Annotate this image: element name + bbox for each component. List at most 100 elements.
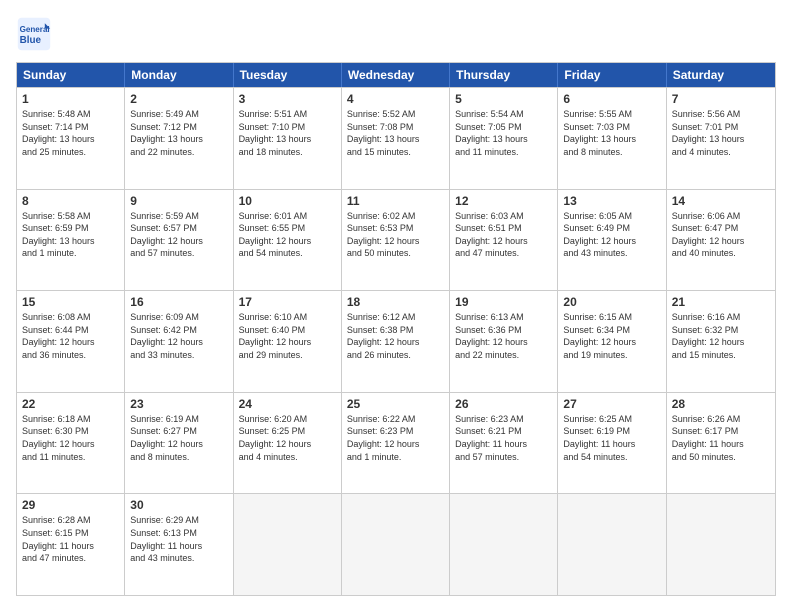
calendar-day-17: 17 Sunrise: 6:10 AMSunset: 6:40 PMDayligh…	[234, 291, 342, 392]
calendar-day-18: 18 Sunrise: 6:12 AMSunset: 6:38 PMDayligh…	[342, 291, 450, 392]
day-number: 6	[563, 92, 660, 106]
day-number: 29	[22, 498, 119, 512]
day-info: Sunrise: 5:51 AMSunset: 7:10 PMDaylight:…	[239, 108, 336, 158]
calendar-day-26: 26Sunrise: 6:23 AMSunset: 6:21 PMDayligh…	[450, 393, 558, 494]
day-number: 17	[239, 295, 336, 309]
day-number: 23	[130, 397, 227, 411]
day-info: Sunrise: 6:25 AMSunset: 6:19 PMDaylight:…	[563, 413, 660, 463]
calendar-day-15: 15Sunrise: 6:08 AMSunset: 6:44 PMDayligh…	[17, 291, 125, 392]
calendar-empty-cell	[558, 494, 666, 595]
weekday-header-tuesday: Tuesday	[234, 63, 342, 87]
calendar-day-12: 12 Sunrise: 6:03 AMSunset: 6:51 PMDayligh…	[450, 190, 558, 291]
day-number: 9	[130, 194, 227, 208]
svg-text:Blue: Blue	[20, 35, 42, 46]
day-number: 19	[455, 295, 552, 309]
day-info: Sunrise: 5:59 AMSunset: 6:57 PMDaylight:…	[130, 210, 227, 260]
day-number: 28	[672, 397, 770, 411]
day-info: Sunrise: 6:18 AMSunset: 6:30 PMDaylight:…	[22, 413, 119, 463]
day-info: Sunrise: 6:13 AMSunset: 6:36 PMDaylight:…	[455, 311, 552, 361]
calendar-day-16: 16Sunrise: 6:09 AMSunset: 6:42 PMDayligh…	[125, 291, 233, 392]
weekday-header-wednesday: Wednesday	[342, 63, 450, 87]
day-info: Sunrise: 6:16 AMSunset: 6:32 PMDaylight:…	[672, 311, 770, 361]
day-info: Sunrise: 6:26 AMSunset: 6:17 PMDaylight:…	[672, 413, 770, 463]
day-number: 11	[347, 194, 444, 208]
calendar-empty-cell	[234, 494, 342, 595]
day-info: Sunrise: 6:09 AMSunset: 6:42 PMDaylight:…	[130, 311, 227, 361]
calendar-empty-cell	[667, 494, 775, 595]
calendar-day-2: 2 Sunrise: 5:49 AMSunset: 7:12 PMDaylight…	[125, 88, 233, 189]
calendar-day-4: 4 Sunrise: 5:52 AMSunset: 7:08 PMDaylight…	[342, 88, 450, 189]
day-info: Sunrise: 5:52 AMSunset: 7:08 PMDaylight:…	[347, 108, 444, 158]
day-info: Sunrise: 6:02 AMSunset: 6:53 PMDaylight:…	[347, 210, 444, 260]
day-info: Sunrise: 6:12 AMSunset: 6:38 PMDaylight:…	[347, 311, 444, 361]
day-number: 18	[347, 295, 444, 309]
weekday-header-saturday: Saturday	[667, 63, 775, 87]
day-info: Sunrise: 6:22 AMSunset: 6:23 PMDaylight:…	[347, 413, 444, 463]
day-number: 27	[563, 397, 660, 411]
calendar-day-14: 14 Sunrise: 6:06 AMSunset: 6:47 PMDayligh…	[667, 190, 775, 291]
day-info: Sunrise: 6:01 AMSunset: 6:55 PMDaylight:…	[239, 210, 336, 260]
calendar-body: 1 Sunrise: 5:48 AMSunset: 7:14 PMDaylight…	[17, 87, 775, 595]
day-info: Sunrise: 5:54 AMSunset: 7:05 PMDaylight:…	[455, 108, 552, 158]
calendar-day-5: 5 Sunrise: 5:54 AMSunset: 7:05 PMDaylight…	[450, 88, 558, 189]
day-info: Sunrise: 6:28 AMSunset: 6:15 PMDaylight:…	[22, 514, 119, 564]
day-number: 24	[239, 397, 336, 411]
calendar-day-24: 24 Sunrise: 6:20 AMSunset: 6:25 PMDayligh…	[234, 393, 342, 494]
weekday-header-friday: Friday	[558, 63, 666, 87]
calendar-day-19: 19 Sunrise: 6:13 AMSunset: 6:36 PMDayligh…	[450, 291, 558, 392]
day-number: 5	[455, 92, 552, 106]
calendar-day-1: 1 Sunrise: 5:48 AMSunset: 7:14 PMDaylight…	[17, 88, 125, 189]
calendar-day-7: 7Sunrise: 5:56 AMSunset: 7:01 PMDaylight…	[667, 88, 775, 189]
day-number: 1	[22, 92, 119, 106]
page: General Blue SundayMondayTuesdayWednesda…	[0, 0, 792, 612]
day-number: 12	[455, 194, 552, 208]
day-info: Sunrise: 5:49 AMSunset: 7:12 PMDaylight:…	[130, 108, 227, 158]
calendar-day-9: 9 Sunrise: 5:59 AMSunset: 6:57 PMDaylight…	[125, 190, 233, 291]
day-info: Sunrise: 6:03 AMSunset: 6:51 PMDaylight:…	[455, 210, 552, 260]
day-number: 4	[347, 92, 444, 106]
day-number: 26	[455, 397, 552, 411]
day-number: 25	[347, 397, 444, 411]
day-info: Sunrise: 5:48 AMSunset: 7:14 PMDaylight:…	[22, 108, 119, 158]
calendar-empty-cell	[342, 494, 450, 595]
calendar-day-6: 6Sunrise: 5:55 AMSunset: 7:03 PMDaylight…	[558, 88, 666, 189]
calendar-row-4: 22 Sunrise: 6:18 AMSunset: 6:30 PMDayligh…	[17, 392, 775, 494]
calendar-empty-cell	[450, 494, 558, 595]
day-number: 3	[239, 92, 336, 106]
day-number: 30	[130, 498, 227, 512]
calendar-row-1: 1 Sunrise: 5:48 AMSunset: 7:14 PMDaylight…	[17, 87, 775, 189]
logo: General Blue	[16, 16, 56, 52]
day-info: Sunrise: 6:20 AMSunset: 6:25 PMDaylight:…	[239, 413, 336, 463]
calendar-day-22: 22 Sunrise: 6:18 AMSunset: 6:30 PMDayligh…	[17, 393, 125, 494]
calendar-day-25: 25 Sunrise: 6:22 AMSunset: 6:23 PMDayligh…	[342, 393, 450, 494]
day-number: 8	[22, 194, 119, 208]
calendar-row-3: 15Sunrise: 6:08 AMSunset: 6:44 PMDayligh…	[17, 290, 775, 392]
calendar-day-21: 21 Sunrise: 6:16 AMSunset: 6:32 PMDayligh…	[667, 291, 775, 392]
day-info: Sunrise: 6:06 AMSunset: 6:47 PMDaylight:…	[672, 210, 770, 260]
day-info: Sunrise: 6:29 AMSunset: 6:13 PMDaylight:…	[130, 514, 227, 564]
day-number: 2	[130, 92, 227, 106]
logo-icon: General Blue	[16, 16, 52, 52]
weekday-header-sunday: Sunday	[17, 63, 125, 87]
day-info: Sunrise: 5:58 AMSunset: 6:59 PMDaylight:…	[22, 210, 119, 260]
day-number: 13	[563, 194, 660, 208]
calendar: SundayMondayTuesdayWednesdayThursdayFrid…	[16, 62, 776, 596]
day-number: 15	[22, 295, 119, 309]
calendar-row-5: 29 Sunrise: 6:28 AMSunset: 6:15 PMDayligh…	[17, 493, 775, 595]
calendar-day-13: 13 Sunrise: 6:05 AMSunset: 6:49 PMDayligh…	[558, 190, 666, 291]
calendar-header: SundayMondayTuesdayWednesdayThursdayFrid…	[17, 63, 775, 87]
calendar-day-8: 8 Sunrise: 5:58 AMSunset: 6:59 PMDaylight…	[17, 190, 125, 291]
day-number: 21	[672, 295, 770, 309]
day-number: 14	[672, 194, 770, 208]
day-info: Sunrise: 6:05 AMSunset: 6:49 PMDaylight:…	[563, 210, 660, 260]
page-header: General Blue	[16, 16, 776, 52]
calendar-day-23: 23Sunrise: 6:19 AMSunset: 6:27 PMDayligh…	[125, 393, 233, 494]
calendar-row-2: 8 Sunrise: 5:58 AMSunset: 6:59 PMDaylight…	[17, 189, 775, 291]
day-number: 7	[672, 92, 770, 106]
calendar-day-27: 27 Sunrise: 6:25 AMSunset: 6:19 PMDayligh…	[558, 393, 666, 494]
day-info: Sunrise: 6:10 AMSunset: 6:40 PMDaylight:…	[239, 311, 336, 361]
day-number: 20	[563, 295, 660, 309]
day-number: 10	[239, 194, 336, 208]
day-number: 22	[22, 397, 119, 411]
calendar-day-29: 29 Sunrise: 6:28 AMSunset: 6:15 PMDayligh…	[17, 494, 125, 595]
